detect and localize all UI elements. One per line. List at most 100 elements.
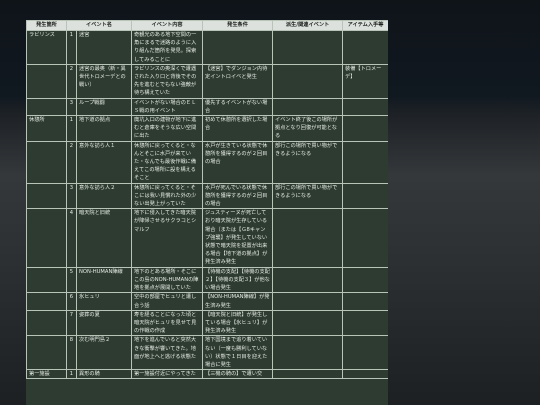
item-cell [342,30,388,65]
event-name-cell: 迷宮の最奥（新・異世代トロメーデとの戦い） [75,63,133,99]
event-name-cell: 暗天院と旧統 [75,208,133,268]
event-content-cell: ラビリンスの奥深くで遭遇された入り口と背後でその先を進むとでもない強敵が待ち構え… [131,63,204,99]
condition-cell: 【三機の騎の】で遭い交 [202,369,274,380]
related-event-cell [272,266,344,294]
event-content-cell: 休憩所に戻ってくると・そこには我い見慣れた外の少ない出発上がっていた [131,182,204,210]
item-cell [342,208,388,268]
item-cell [342,335,388,371]
number-cell: 7 [66,309,77,337]
header-row: 発生箇所 イベント名 イベント内容 発生条件 派生/関連イベント アイテム入手等 [26,20,388,31]
table-row: 4 暗天院と旧統 地下に侵入してきた暗天院が降帰させるサクラコとシマルフ ジュスティー… [26,208,388,268]
item-cell [342,292,388,311]
location-cell [26,140,67,184]
event-name-cell: 地下道の拠点 [75,115,133,142]
table-row: 第一施設 1 異形の騎 第一施設付近にやってきた 【三機の騎の】で遭い交 [26,369,388,380]
condition-cell: ジュスティーヌが死亡しており暗天院が生存している場合（または【Ｇ8キャンプ強襲】… [202,208,274,268]
item-cell: 装備【トロメーデ】 [342,63,388,99]
header-related-event: 派生/関連イベント [272,20,344,31]
item-cell [342,369,388,380]
number-cell: 4 [66,208,77,268]
event-name-cell: ループ戦闘 [75,97,133,117]
header-condition: 発生条件 [202,20,274,31]
table-row: 6 氷ヒュリ 空中の部屋でヒュリと遭し合う話 【NON-HUMAN陣線】が発生済み発生 [26,292,388,311]
related-event-cell [272,335,344,371]
table-row: 5 NON-HUMAN陣線 地下のとある場所・そこにこの島のNON-HUMANの陣地… [26,266,388,294]
table-row: ラビリンス 1 迷宮 奇観光のある地下空間の一角にまるで迷路のように入り組んだ箇所を発… [26,30,388,65]
item-cell [342,140,388,184]
event-table: 発生箇所 イベント名 イベント内容 発生条件 派生/関連イベント アイテム入手等… [26,20,388,380]
event-name-cell: 意外な訪ら人１ [75,140,133,184]
event-content-cell: 地下を進んでいると突然大きな衝撃が響いてきた。地面が地上へと逃げる状態た [131,335,204,371]
condition-cell: 優先するイベントがない場合 [202,97,274,117]
condition-cell: 初めて休憩所を選択した場合 [202,115,274,142]
event-name-cell: 迷宮 [75,30,133,65]
number-cell: 2 [66,63,77,99]
table-body: ラビリンス 1 迷宮 奇観光のある地下空間の一角にまるで迷路のように入り組んだ箇所を発… [26,30,388,380]
header-location: 発生箇所 [26,20,67,31]
location-cell [26,335,67,371]
location-cell [26,182,67,210]
location-cell [26,292,67,311]
related-event-cell [272,309,344,337]
condition-cell: 【暗天院と旧統】が発生している場合【氷ヒュリ】が発生済み発生 [202,309,274,337]
event-name-cell: 異形の騎 [75,369,133,380]
event-content-cell: 地下に侵入してきた暗天院が降帰させるサクラコとシマルフ [131,208,204,268]
number-cell: 3 [66,97,77,117]
related-event-cell: イベント終了後この場所が拠点となり回復が可能となる [272,115,344,142]
header-item: アイテム入手等 [342,20,388,31]
event-content-cell: イベントがない場合のＥＬＳ戦の用イベント [131,97,204,117]
item-cell [342,115,388,142]
location-cell: ラビリンス [26,30,67,65]
event-content-cell: 空中の部屋でヒュリと遭し合う話 [131,292,204,311]
related-event-cell: 部行この場所で買い物ができるようになる [272,140,344,184]
event-name-cell: NON-HUMAN陣線 [75,266,133,294]
number-cell: 1 [66,369,77,380]
table-row: 3 意外な訪ら人２ 休憩所に戻ってくると・そこには我い見慣れた外の少ない出発上がって… [26,182,388,210]
number-cell: 1 [66,30,77,65]
table-row: 3 ループ戦闘 イベントがない場合のＥＬＳ戦の用イベント 優先するイベントがない場合 [26,97,388,117]
related-event-cell [272,97,344,117]
number-cell: 8 [66,335,77,371]
location-cell [26,63,67,99]
event-name-cell: 姿葬の夏 [75,309,133,337]
related-event-cell [272,369,344,380]
related-event-cell [272,63,344,99]
event-content-cell: 廃坑入口の建物が地下に進むと倉庫をそうな広い空間に出た [131,115,204,142]
header-event-content: イベント内容 [131,20,204,31]
condition-cell: 【NON-HUMAN陣線】が発生済み発生 [202,292,274,311]
location-cell: 第一施設 [26,369,67,380]
number-cell: 2 [66,140,77,184]
number-cell: 6 [66,292,77,311]
related-event-cell [272,292,344,311]
location-cell [26,266,67,294]
condition-cell: 【待機の支配】【待機の支配２】【待機の支配３】が他ない場合発生 [202,266,274,294]
event-content-cell: 休憩所に戻ってくると・なんとそこに水戸が来ていた・なんでも最後作戦に備えてこの場… [131,140,204,184]
condition-cell [202,30,274,65]
table-row: 7 姿葬の夏 寿を経ることになった頃と暗天院がヒュリを見せて見の作戦の作成 【暗天院と… [26,309,388,337]
table-row: 8 次む明門島２ 地下を進んでいると突然大きな衝撃が響いてきた。地面が地上へと逃げる… [26,335,388,371]
condition-cell: 水戸が死んでいる状態で休憩所を獲得するのが２回目の場合 [202,182,274,210]
event-name-cell: 氷ヒュリ [75,292,133,311]
condition-cell: 地下国境まで追り着いていない（一度も勝利していない）状態で１日目を迎えた場合に発… [202,335,274,371]
number-cell: 5 [66,266,77,294]
event-content-cell: 第一施設付近にやってきた [131,369,204,380]
event-content-cell: 寿を経ることになった頃と暗天院がヒュリを見せて見の作戦の作成 [131,309,204,337]
spreadsheet-frame: 発生箇所 イベント名 イベント内容 発生条件 派生/関連イベント アイテム入手等… [26,20,388,405]
table-row: 2 意外な訪ら人１ 休憩所に戻ってくると・なんとそこに水戸が来ていた・なんでも最後作… [26,140,388,184]
location-cell: 休憩所 [26,115,67,142]
number-cell: 3 [66,182,77,210]
location-cell [26,97,67,117]
location-cell [26,208,67,268]
table-row: 2 迷宮の最奥（新・異世代トロメーデとの戦い） ラビリンスの奥深くで遭遇された入り口… [26,63,388,99]
item-cell [342,182,388,210]
item-cell [342,266,388,294]
event-name-cell: 意外な訪ら人２ [75,182,133,210]
related-event-cell [272,30,344,65]
condition-cell: 水戸が生きている状態で休憩所を獲得するのが２回目の場合 [202,140,274,184]
event-content-cell: 奇観光のある地下空間の一角にまるで迷路のように入り組んだ箇所を発見。探索してみる… [131,30,204,65]
item-cell [342,309,388,337]
condition-cell: 【迷宮】でダンジョン内待定イントロイベと発生 [202,63,274,99]
header-event-name: イベント名 [65,20,133,31]
event-content-cell: 地下のとある場所・そこにこの島のNON-HUMANの陣地を拠点が展開していた [131,266,204,294]
location-cell [26,309,67,337]
